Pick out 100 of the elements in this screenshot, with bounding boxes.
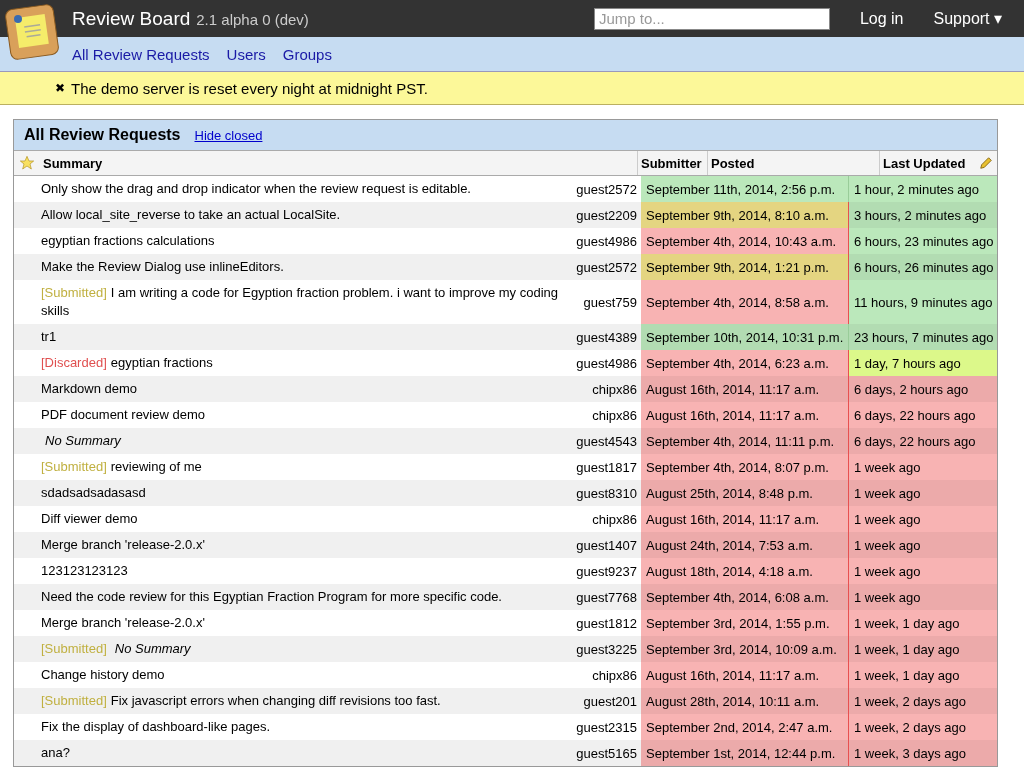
summary-cell[interactable]: No Summary [40, 428, 575, 454]
submitter-cell-text: guest2315 [575, 719, 638, 735]
posted-cell: August 24th, 2014, 7:53 a.m. [641, 532, 848, 558]
summary-cell[interactable]: Merge branch 'release-2.0.x' [40, 610, 575, 636]
posted-cell: August 28th, 2014, 10:11 a.m. [641, 688, 848, 714]
updated-cell: 6 days, 22 hours ago [848, 402, 997, 428]
submitter-cell-text: guest7768 [575, 589, 638, 605]
posted-cell: September 4th, 2014, 11:11 p.m. [641, 428, 848, 454]
submitter-cell-text: guest201 [582, 693, 638, 709]
submitter-cell-text: guest4986 [575, 355, 638, 371]
summary-cell[interactable]: [Discarded] egyptian fractions [40, 350, 575, 376]
updated-cell: 1 week ago [848, 454, 997, 480]
summary-cell[interactable]: Merge branch 'release-2.0.x' [40, 532, 575, 558]
updated-cell: 1 week ago [848, 480, 997, 506]
updated-cell: 1 week, 3 days ago [848, 740, 997, 766]
summary-cell[interactable]: [Submitted] No Summary [40, 636, 575, 662]
submitter-cell-text: guest4986 [575, 233, 638, 249]
posted-cell: August 16th, 2014, 11:17 a.m. [641, 402, 848, 428]
summary-cell[interactable]: tr1 [40, 324, 575, 350]
updated-cell: 6 days, 2 hours ago [848, 376, 997, 402]
column-header[interactable]: Submitter [637, 151, 707, 175]
submitter-cell-text: guest2209 [575, 207, 638, 223]
updated-cell: 1 hour, 2 minutes ago [848, 176, 997, 202]
summary-cell[interactable]: Make the Review Dialog use inlineEditors. [40, 254, 575, 280]
updated-cell: 11 hours, 9 minutes ago [848, 280, 997, 324]
updated-cell: 23 hours, 7 minutes ago [848, 324, 997, 350]
submitter-cell-text: guest4543 [575, 433, 638, 449]
summary-cell[interactable]: [Submitted] I am writing a code for Egyption fraction problem. i want to improve my coding skills [40, 280, 575, 324]
posted-cell: September 4th, 2014, 6:23 a.m. [641, 350, 848, 376]
close-icon[interactable]: ✖ [55, 81, 65, 95]
panel-title: All Review Requests [24, 126, 181, 144]
jump-field[interactable]: Jump to... [593, 7, 830, 30]
header-link[interactable]: Support ▾ [933, 9, 1002, 28]
column-header[interactable]: Last Updated [879, 151, 974, 175]
posted-cell: September 11th, 2014, 2:56 p.m. [641, 176, 848, 202]
posted-cell: August 18th, 2014, 4:18 a.m. [641, 558, 848, 584]
posted-cell: September 4th, 2014, 10:43 a.m. [641, 228, 848, 254]
nav-link[interactable]: Groups [282, 45, 332, 63]
updated-cell: 1 week, 1 day ago [848, 662, 997, 688]
submitter-cell-text: chipx86 [591, 381, 638, 397]
summary-cell[interactable]: 123123123123 [40, 558, 575, 584]
column-header[interactable]: Summary [40, 151, 637, 175]
column-header[interactable]: Posted [707, 151, 879, 175]
posted-cell: September 2nd, 2014, 2:47 a.m. [641, 714, 848, 740]
updated-cell: 6 hours, 26 minutes ago [848, 254, 997, 280]
submitter-cell-text: guest2572 [575, 259, 638, 275]
header-link[interactable]: Log in [859, 9, 904, 28]
posted-cell: September 10th, 2014, 10:31 p.m. [641, 324, 848, 350]
nav-link[interactable]: Users [226, 45, 266, 63]
summary-cell[interactable]: PDF document review demo [40, 402, 575, 428]
updated-cell: 1 week, 2 days ago [848, 714, 997, 740]
updated-cell: 3 hours, 2 minutes ago [848, 202, 997, 228]
app-title: Review Board 2.1 alpha 0 (dev) [72, 7, 309, 30]
submitter-cell-text: chipx86 [591, 511, 638, 527]
posted-cell: August 25th, 2014, 8:48 p.m. [641, 480, 848, 506]
summary-cell[interactable]: [Submitted] reviewing of me [40, 454, 575, 480]
submitter-cell-text: guest5165 [575, 745, 638, 761]
submitter-cell-text: guest759 [582, 294, 638, 310]
summary-cell[interactable]: Diff viewer demo [40, 506, 575, 532]
posted-cell: September 4th, 2014, 8:07 p.m. [641, 454, 848, 480]
posted-cell: August 16th, 2014, 11:17 a.m. [641, 376, 848, 402]
nav-link[interactable]: All Review Requests [72, 45, 210, 63]
summary-cell[interactable]: Allow local_site_reverse to take an actual LocalSite. [40, 202, 575, 228]
star-icon[interactable] [19, 155, 35, 171]
summary-cell[interactable]: Fix the display of dashboard-like pages. [40, 714, 575, 740]
updated-cell: 1 week ago [848, 506, 997, 532]
updated-cell: 1 week ago [848, 558, 997, 584]
updated-cell: 6 hours, 23 minutes ago [848, 228, 997, 254]
submitter-cell-text: chipx86 [591, 407, 638, 423]
posted-cell: September 4th, 2014, 8:58 a.m. [641, 280, 848, 324]
submitter-cell-text: guest4389 [575, 329, 638, 345]
posted-cell: September 4th, 2014, 6:08 a.m. [641, 584, 848, 610]
updated-cell: 1 week ago [848, 532, 997, 558]
posted-cell: September 9th, 2014, 8:10 a.m. [641, 202, 848, 228]
summary-cell[interactable]: Only show the drag and drop indicator when the review request is editable. [40, 176, 575, 202]
posted-cell: September 3rd, 2014, 10:09 a.m. [641, 636, 848, 662]
posted-cell: September 1st, 2014, 12:44 p.m. [641, 740, 848, 766]
updated-cell: 6 days, 22 hours ago [848, 428, 997, 454]
summary-cell[interactable]: [Submitted] Fix javascript errors when changing diff revisions too fast. [40, 688, 575, 714]
summary-cell[interactable]: Need the code review for this Egyptian Fraction Program for more specific code. [40, 584, 575, 610]
summary-cell[interactable]: Change history demo [40, 662, 575, 688]
submitter-cell-text: guest1812 [575, 615, 638, 631]
pencil-icon[interactable] [978, 156, 993, 170]
summary-cell[interactable]: ana? [40, 740, 575, 766]
notice-text: The demo server is reset every night at midnight PST. [71, 79, 428, 97]
summary-cell[interactable]: sdadsadsadasasd [40, 480, 575, 506]
posted-cell: September 9th, 2014, 1:21 p.m. [641, 254, 848, 280]
summary-cell[interactable]: Markdown demo [40, 376, 575, 402]
summary-cell[interactable]: egyptian fractions calculations [40, 228, 575, 254]
hide-closed-link[interactable]: Hide closed [194, 127, 263, 143]
updated-cell: 1 week ago [848, 584, 997, 610]
posted-cell: August 16th, 2014, 11:17 a.m. [641, 506, 848, 532]
updated-cell: 1 week, 1 day ago [848, 636, 997, 662]
updated-cell: 1 day, 7 hours ago [848, 350, 997, 376]
submitter-cell-text: chipx86 [591, 667, 638, 683]
submitter-cell-text: guest3225 [575, 641, 638, 657]
submitter-cell-text: guest2572 [575, 181, 638, 197]
updated-cell: 1 week, 1 day ago [848, 610, 997, 636]
updated-cell: 1 week, 2 days ago [848, 688, 997, 714]
submitter-cell-text: guest9237 [575, 563, 638, 579]
